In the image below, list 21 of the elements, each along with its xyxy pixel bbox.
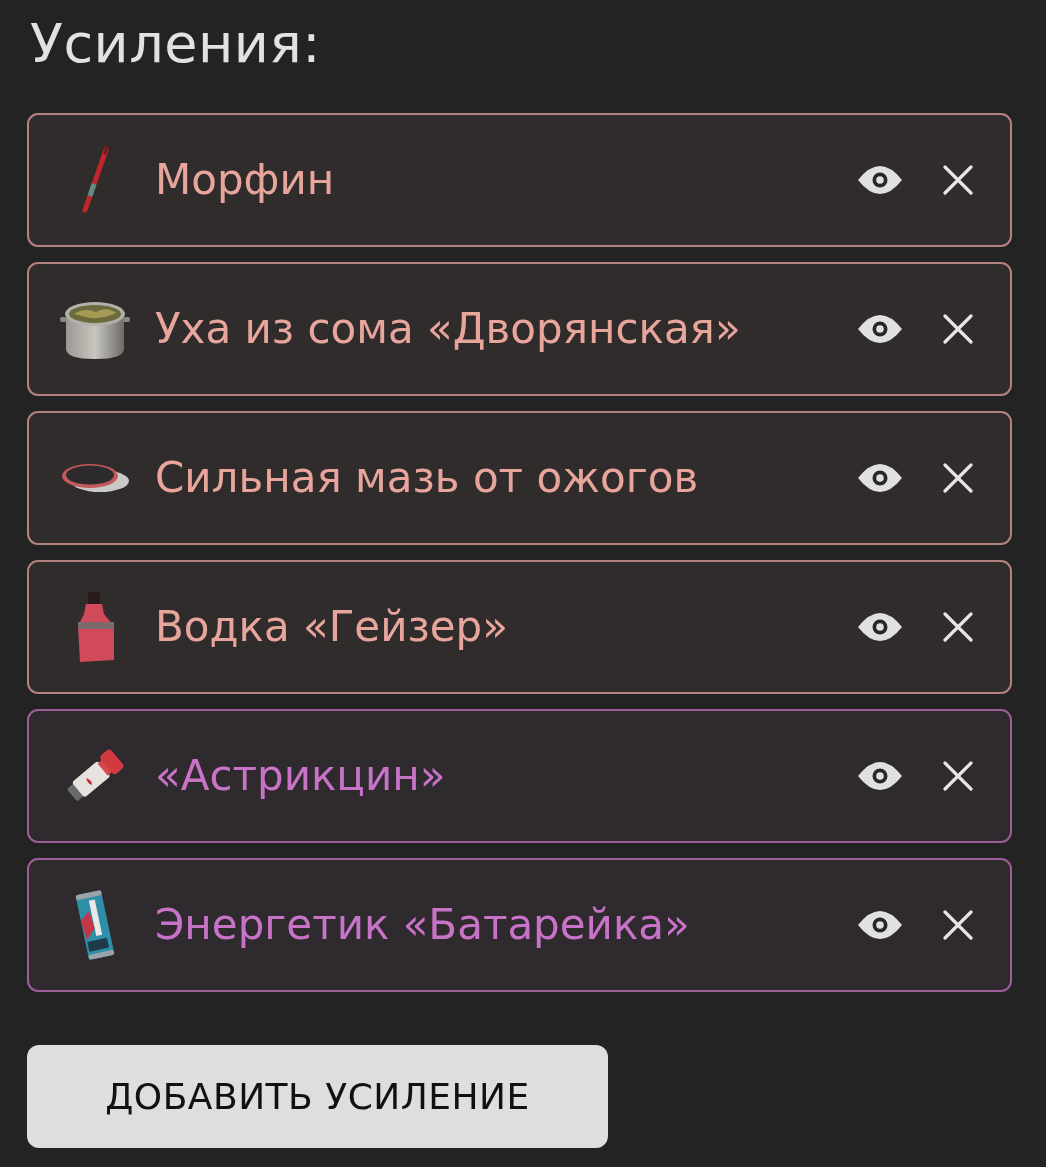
eye-icon[interactable] — [858, 166, 902, 194]
item-name: Сильная мазь от ожогов — [155, 452, 700, 504]
section-title: Усиления: — [30, 11, 322, 76]
item-name: Водка «Гейзер» — [155, 601, 509, 653]
close-icon[interactable] — [943, 612, 973, 642]
eye-icon[interactable] — [858, 464, 902, 492]
add-button[interactable]: ДОБАВИТЬ УСИЛЕНИЕ — [27, 1045, 608, 1148]
close-icon[interactable] — [943, 761, 973, 791]
item-name: Морфин — [155, 154, 336, 206]
eye-icon[interactable] — [858, 911, 902, 939]
close-icon[interactable] — [943, 910, 973, 940]
item-name: Уха из сома «Дворянская» — [155, 303, 742, 355]
close-icon[interactable] — [943, 314, 973, 344]
close-icon[interactable] — [943, 463, 973, 493]
item-name: «Астрикцин» — [155, 750, 447, 802]
tin-icon — [60, 461, 130, 495]
eye-icon[interactable] — [858, 315, 902, 343]
eye-icon[interactable] — [858, 762, 902, 790]
eye-icon[interactable] — [858, 613, 902, 641]
item-name: Энергетик «Батарейка» — [155, 899, 691, 951]
close-icon[interactable] — [943, 165, 973, 195]
